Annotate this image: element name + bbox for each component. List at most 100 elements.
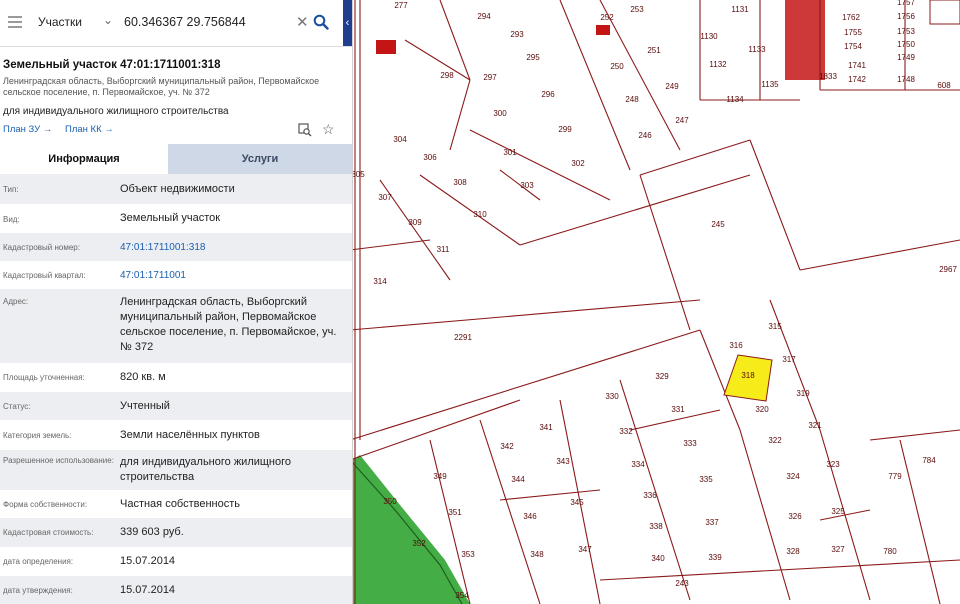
- menu-icon[interactable]: [8, 16, 22, 28]
- parcel-number[interactable]: 307: [378, 193, 392, 202]
- parcel-number[interactable]: 250: [610, 62, 624, 71]
- parcel-number[interactable]: 1135: [761, 80, 779, 89]
- parcel-number[interactable]: 311: [437, 245, 450, 254]
- parcel-number[interactable]: 344: [511, 475, 525, 484]
- parcel-number[interactable]: 343: [556, 457, 570, 466]
- parcel-number[interactable]: 293: [510, 30, 524, 39]
- parcel-number[interactable]: 1134: [726, 95, 744, 104]
- parcel-number[interactable]: 245: [711, 220, 725, 229]
- parcel-number[interactable]: 338: [649, 522, 663, 531]
- parcel-number[interactable]: 1750: [897, 40, 915, 49]
- collapse-panel-button[interactable]: ‹: [343, 0, 352, 46]
- parcel-number[interactable]: 317: [782, 355, 796, 364]
- parcel-number[interactable]: 299: [558, 125, 572, 134]
- parcel-number[interactable]: 337: [705, 518, 719, 527]
- parcel-number[interactable]: 1133: [748, 45, 766, 54]
- parcel-number[interactable]: 303: [520, 181, 534, 190]
- parcel-number[interactable]: 297: [483, 73, 497, 82]
- parcel-number[interactable]: 249: [665, 82, 679, 91]
- parcel-number[interactable]: 1833: [819, 72, 837, 81]
- parcel-number[interactable]: 779: [888, 472, 902, 481]
- parcel-number[interactable]: 348: [530, 550, 544, 559]
- parcel-number[interactable]: 1130: [700, 32, 718, 41]
- zoom-to-object-icon[interactable]: [298, 123, 312, 137]
- parcel-number[interactable]: 321: [808, 421, 822, 430]
- parcel-number[interactable]: 316: [729, 341, 743, 350]
- parcel-number[interactable]: 331: [671, 405, 685, 414]
- parcel-number[interactable]: 784: [922, 456, 936, 465]
- parcel-number[interactable]: 1754: [844, 42, 862, 51]
- parcel-number[interactable]: 326: [788, 512, 802, 521]
- parcel-number[interactable]: 305: [351, 170, 365, 179]
- parcel-number[interactable]: 1756: [897, 12, 915, 21]
- parcel-number[interactable]: 345: [570, 498, 584, 507]
- tab-services[interactable]: Услуги: [168, 144, 352, 174]
- parcel-number[interactable]: 1762: [842, 13, 860, 22]
- parcel-number[interactable]: 325: [831, 507, 845, 516]
- parcel-number[interactable]: 349: [433, 472, 447, 481]
- parcel-number[interactable]: 332: [619, 427, 633, 436]
- parcel-number[interactable]: 246: [638, 131, 652, 140]
- parcel-number[interactable]: 335: [699, 475, 713, 484]
- parcel-number[interactable]: 253: [630, 5, 644, 14]
- parcel-number[interactable]: 1748: [897, 75, 915, 84]
- parcel-number[interactable]: 309: [408, 218, 422, 227]
- search-input[interactable]: [124, 10, 292, 34]
- plan-kk-link[interactable]: План КК →: [65, 124, 114, 135]
- parcel-number[interactable]: 340: [651, 554, 665, 563]
- parcel-number[interactable]: 327: [831, 545, 845, 554]
- parcel-number[interactable]: 300: [493, 109, 507, 118]
- parcel-number[interactable]: 339: [708, 553, 722, 562]
- parcel-number[interactable]: 330: [605, 392, 619, 401]
- parcel-number[interactable]: 352: [412, 539, 426, 548]
- parcel-number[interactable]: 298: [440, 71, 454, 80]
- chevron-down-icon[interactable]: ⌄: [103, 13, 113, 27]
- star-icon[interactable]: ☆: [322, 121, 335, 138]
- parcel-number[interactable]: 252: [600, 13, 614, 22]
- parcel-number[interactable]: 341: [539, 423, 553, 432]
- parcel-number[interactable]: 248: [625, 95, 639, 104]
- parcel-number[interactable]: 354: [455, 591, 469, 600]
- parcel-number[interactable]: 308: [453, 178, 467, 187]
- parcel-number[interactable]: 1132: [709, 60, 727, 69]
- parcel-number[interactable]: 346: [523, 512, 537, 521]
- property-value-link[interactable]: 47:01:1711001: [120, 268, 346, 283]
- parcel-number[interactable]: 353: [461, 550, 475, 559]
- parcel-number[interactable]: 295: [526, 53, 540, 62]
- property-value-link[interactable]: 47:01:1711001:318: [120, 240, 346, 255]
- parcel-number[interactable]: 306: [423, 153, 437, 162]
- search-icon[interactable]: [313, 14, 329, 30]
- parcel-number[interactable]: 301: [503, 148, 517, 157]
- parcel-number[interactable]: 329: [655, 372, 669, 381]
- parcel-number[interactable]: 780: [883, 547, 897, 556]
- parcel-number[interactable]: 336: [643, 491, 657, 500]
- parcel-number[interactable]: 296: [541, 90, 555, 99]
- parcel-number[interactable]: 350: [383, 497, 397, 506]
- parcel-number[interactable]: 314: [373, 277, 387, 286]
- parcel-number[interactable]: 251: [647, 46, 661, 55]
- parcel-number[interactable]: 315: [768, 322, 782, 331]
- parcel-number[interactable]: 294: [477, 12, 491, 21]
- parcel-number[interactable]: 1755: [844, 28, 862, 37]
- parcel-number[interactable]: 1749: [897, 53, 915, 62]
- parcel-number[interactable]: 2967: [939, 265, 957, 274]
- parcel-number[interactable]: 310: [473, 210, 487, 219]
- parcel-number[interactable]: 1131: [731, 5, 749, 14]
- parcel-number[interactable]: 324: [786, 472, 800, 481]
- parcel-number[interactable]: 322: [768, 436, 782, 445]
- parcel-number[interactable]: 1757: [897, 0, 915, 7]
- parcel-number[interactable]: 342: [500, 442, 514, 451]
- parcel-number[interactable]: 1742: [848, 75, 866, 84]
- parcel-number[interactable]: 334: [631, 460, 645, 469]
- layer-select[interactable]: Участки: [38, 15, 82, 29]
- parcel-number[interactable]: 277: [394, 1, 408, 10]
- parcel-number[interactable]: 2291: [454, 333, 472, 342]
- parcel-number[interactable]: 319: [796, 389, 810, 398]
- parcel-number[interactable]: 323: [826, 460, 840, 469]
- parcel-number[interactable]: 320: [755, 405, 769, 414]
- parcel-number[interactable]: 304: [393, 135, 407, 144]
- parcel-number[interactable]: 247: [675, 116, 689, 125]
- parcel-number[interactable]: 328: [786, 547, 800, 556]
- close-icon[interactable]: ✕: [296, 13, 309, 31]
- parcel-number[interactable]: 347: [578, 545, 592, 554]
